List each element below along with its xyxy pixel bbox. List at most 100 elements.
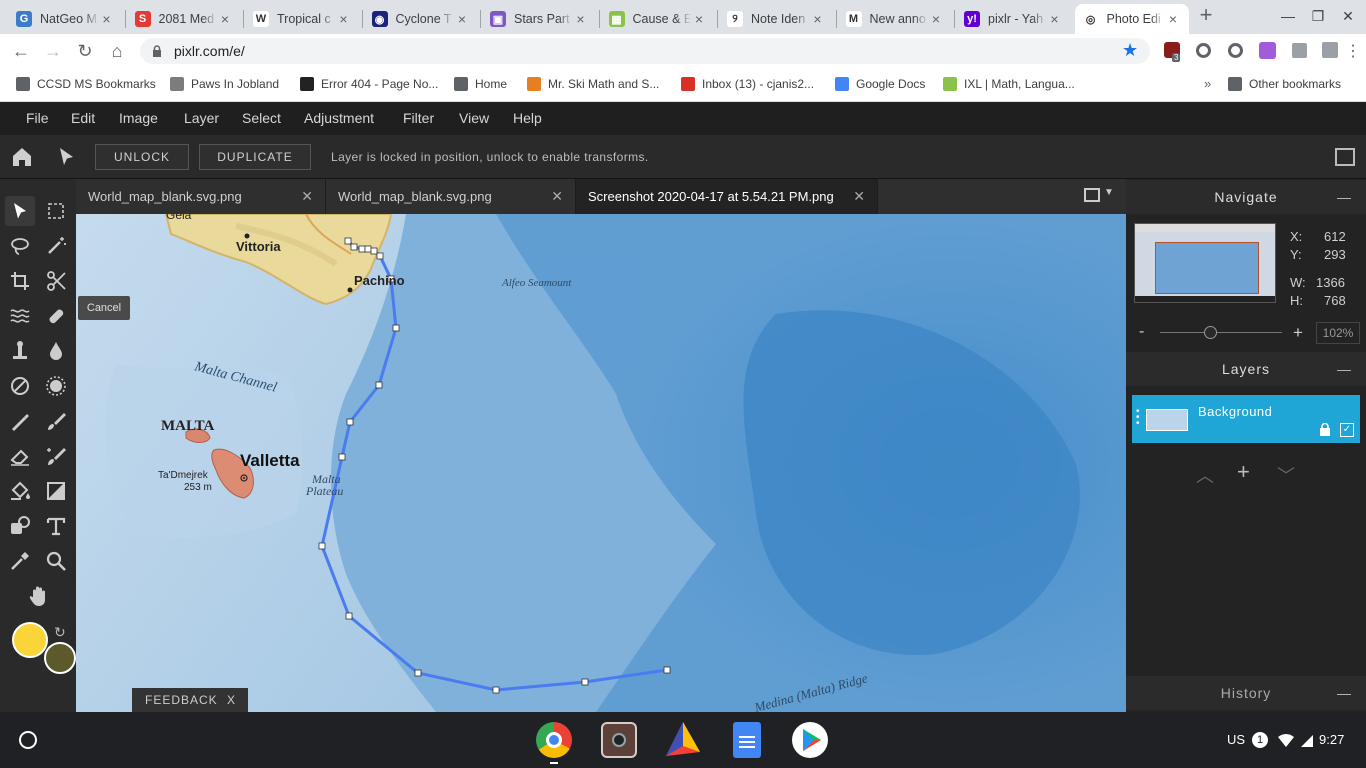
drag-handle-icon[interactable]: • • • (1136, 407, 1140, 429)
collapse-icon[interactable]: — (1337, 361, 1352, 377)
close-tab-icon[interactable]: × (1165, 11, 1181, 27)
shape-tool-icon[interactable] (5, 511, 35, 541)
zoom-tool-icon[interactable] (41, 546, 71, 576)
liquify-tool-icon[interactable] (5, 301, 35, 331)
extension-shield2-icon[interactable] (1228, 43, 1243, 58)
menu-view[interactable]: View (459, 110, 489, 126)
address-bar[interactable] (140, 38, 1150, 64)
browser-tab[interactable]: y! pixlr - Yah × (956, 4, 1071, 34)
wifi-icon[interactable] (1278, 733, 1294, 747)
kebab-menu-icon[interactable]: ⋮ (1345, 41, 1361, 61)
arrange-tool-icon[interactable] (56, 146, 78, 168)
launcher-icon[interactable] (19, 731, 37, 749)
new-tab-button[interactable]: + (1195, 4, 1217, 27)
document-tab[interactable]: World_map_blank.svg.png ✕ (76, 179, 326, 214)
bookmark-item[interactable]: Home (454, 76, 507, 92)
close-tab-icon[interactable]: × (691, 11, 707, 27)
unlock-button[interactable]: UNLOCK (95, 144, 189, 170)
browser-tab[interactable]: W Tropical c × (245, 4, 360, 34)
browser-tab[interactable]: ▦ Cause & E × (601, 4, 716, 34)
bookmark-item[interactable]: Error 404 - Page No... (300, 76, 438, 92)
hand-tool-icon[interactable] (23, 581, 53, 611)
layer-visibility-checkbox[interactable]: ✓ (1340, 423, 1354, 437)
menu-edit[interactable]: Edit (71, 110, 95, 126)
close-tab-icon[interactable]: × (573, 11, 589, 27)
secondary-color-swatch[interactable] (44, 642, 76, 674)
extension-puzzle-icon[interactable] (1259, 42, 1276, 59)
extension-gray-icon[interactable] (1292, 43, 1307, 58)
bookmark-item[interactable]: Paws In Jobland (170, 76, 279, 92)
play-store-app-icon[interactable] (792, 722, 828, 758)
move-layer-up-icon[interactable]: ︿ (1196, 462, 1214, 488)
gradient-tool-icon[interactable] (41, 476, 71, 506)
collapse-icon[interactable]: — (1337, 189, 1352, 205)
brush-tool-icon[interactable] (41, 406, 71, 436)
layers-panel-header[interactable]: Layers — (1126, 352, 1366, 386)
primary-color-swatch[interactable] (12, 622, 48, 658)
bookmarks-overflow-icon[interactable]: » (1204, 76, 1211, 91)
close-tab-icon[interactable]: × (1047, 11, 1063, 27)
navigator-thumbnail[interactable] (1134, 223, 1276, 303)
dodge-tool-icon[interactable] (5, 371, 35, 401)
zoom-out-button[interactable]: - (1139, 323, 1144, 341)
marquee-tool-icon[interactable] (41, 196, 71, 226)
wand-tool-icon[interactable] (41, 231, 71, 261)
cutout-tool-icon[interactable] (41, 266, 71, 296)
cancel-button[interactable]: Cancel (78, 296, 130, 320)
zoom-input[interactable]: 102% (1316, 322, 1360, 344)
restore-icon[interactable]: ❐ (1308, 8, 1328, 26)
kite-app-icon[interactable] (666, 722, 700, 758)
zoom-in-button[interactable]: + (1293, 323, 1303, 343)
navigate-panel-header[interactable]: Navigate — (1126, 180, 1366, 214)
home-icon[interactable] (10, 145, 34, 169)
image-canvas[interactable]: Gela Vittoria Pachino Alfeo Seamount Mal… (76, 214, 1126, 712)
bookmark-item[interactable]: Inbox (13) - cjanis2... (681, 76, 814, 92)
bookmark-item[interactable]: CCSD MS Bookmarks (16, 76, 156, 92)
close-tab-icon[interactable]: × (336, 11, 352, 27)
menu-select[interactable]: Select (242, 110, 281, 126)
close-tab-icon[interactable]: × (99, 11, 115, 27)
browser-tab[interactable]: ◉ Cyclone T × (364, 4, 479, 34)
sponge-tool-icon[interactable] (41, 371, 71, 401)
feedback-button[interactable]: FEEDBACK X (132, 688, 248, 712)
heal-tool-icon[interactable] (41, 301, 71, 331)
bookmark-item[interactable]: Mr. Ski Math and S... (527, 76, 659, 92)
close-tab-icon[interactable]: × (217, 11, 233, 27)
eraser-tool-icon[interactable] (5, 441, 35, 471)
bookmark-item[interactable]: IXL | Math, Langua... (943, 76, 1075, 92)
chevron-down-icon[interactable]: ▼ (1104, 187, 1114, 198)
notification-count[interactable]: 1 (1252, 732, 1268, 748)
fill-tool-icon[interactable] (5, 476, 35, 506)
camera-app-icon[interactable] (601, 722, 637, 758)
back-icon[interactable]: ← (10, 40, 32, 62)
reload-icon[interactable]: ↻ (74, 40, 96, 62)
menu-layer[interactable]: Layer (184, 110, 219, 126)
window-arrange-icon[interactable] (1084, 188, 1100, 202)
crop-tool-icon[interactable] (5, 266, 35, 296)
bookmark-star-icon[interactable]: ★ (1122, 40, 1138, 61)
close-document-icon[interactable]: ✕ (853, 188, 865, 205)
menu-filter[interactable]: Filter (403, 110, 434, 126)
document-tab[interactable]: Screenshot 2020-04-17 at 5.54.21 PM.png ✕ (576, 179, 878, 214)
close-document-icon[interactable]: ✕ (301, 188, 313, 205)
bookmark-item[interactable]: Google Docs (835, 76, 925, 92)
browser-tab[interactable]: M New anno × (838, 4, 953, 34)
clock[interactable]: 9:27 (1319, 732, 1344, 747)
lasso-tool-icon[interactable] (5, 231, 35, 261)
extension-shield-icon[interactable] (1196, 43, 1211, 58)
arrange-tool-icon[interactable] (5, 196, 35, 226)
layer-lock-icon[interactable] (1319, 422, 1331, 436)
clone-stamp-tool-icon[interactable] (5, 336, 35, 366)
zoom-slider-handle[interactable] (1204, 326, 1217, 339)
menu-file[interactable]: File (26, 110, 49, 126)
collapse-icon[interactable]: — (1337, 685, 1352, 701)
browser-tab[interactable]: ୨ Note Iden × (719, 4, 834, 34)
smart-brush-tool-icon[interactable] (41, 441, 71, 471)
google-docs-app-icon[interactable] (733, 722, 761, 758)
blur-tool-icon[interactable] (41, 336, 71, 366)
menu-image[interactable]: Image (119, 110, 158, 126)
move-layer-down-icon[interactable]: ﹀ (1277, 462, 1295, 488)
add-layer-icon[interactable]: + (1237, 459, 1250, 485)
eyedropper-tool-icon[interactable] (5, 546, 35, 576)
pen-tool-icon[interactable] (5, 406, 35, 436)
